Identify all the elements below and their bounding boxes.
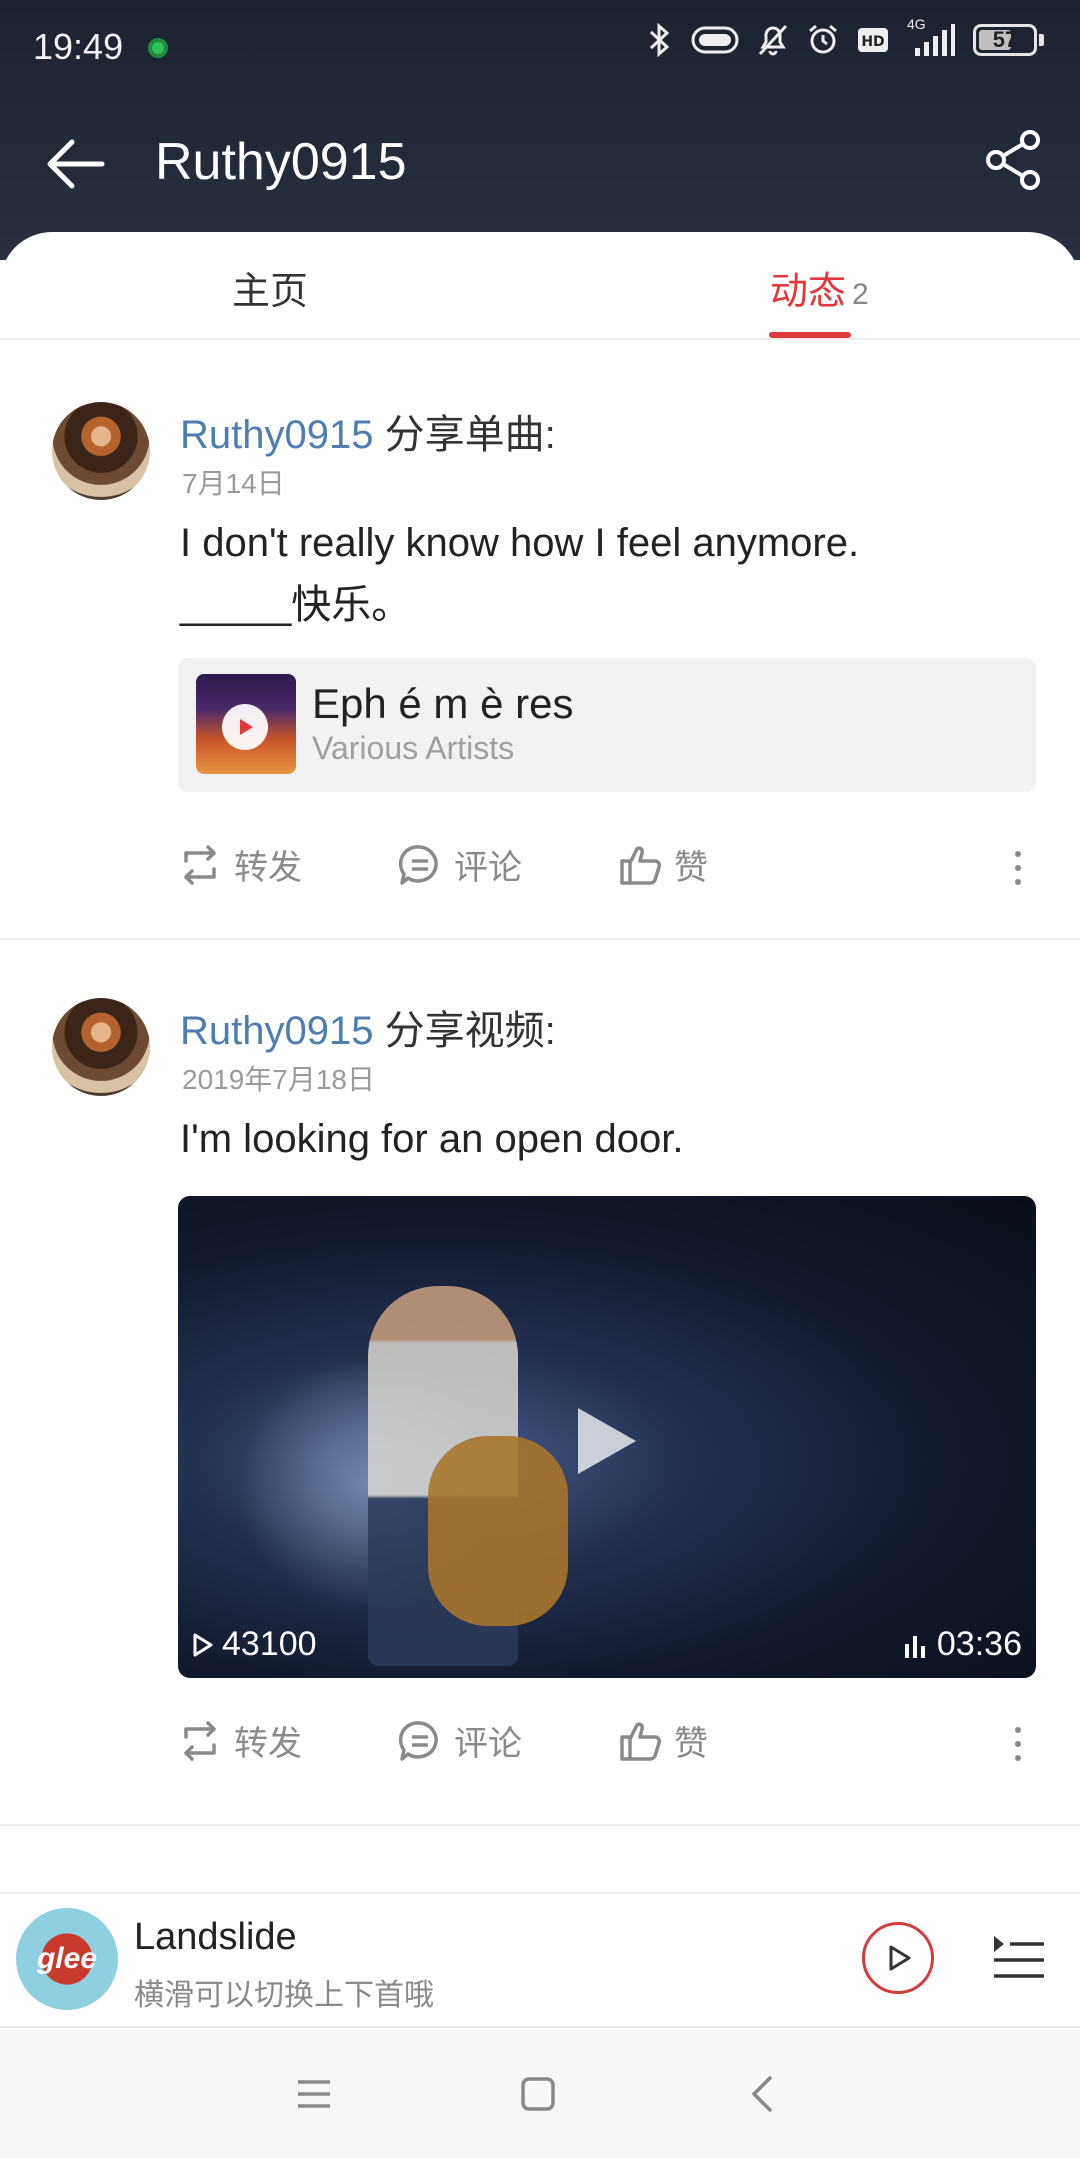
like-label: 赞 [674,1725,708,1763]
post-username[interactable]: Ruthy0915 [180,1009,373,1053]
post-header: Ruthy0915 分享单曲: [180,402,556,460]
signal-icon: 4G [907,16,955,58]
player-cover[interactable]: glee [16,1908,118,2010]
more-vertical-icon [1015,851,1021,885]
video-views: 43100 [192,1625,317,1664]
like-button[interactable]: 赞 [618,1716,708,1765]
more-vertical-icon [1015,1727,1021,1761]
comment-button[interactable]: 评论 [398,1716,522,1765]
player-play-button[interactable] [862,1922,934,1994]
repost-label: 转发 [234,849,302,887]
avatar[interactable] [52,998,150,1096]
arrow-left-icon [47,139,105,189]
video-play-icon[interactable] [558,1396,648,1486]
video-player[interactable]: 43100 03:36 [178,1196,1036,1678]
tab-activity[interactable]: 动态 2 [770,260,869,315]
post-action: 分享视频: [384,1009,556,1053]
comment-label: 评论 [454,849,522,887]
post-text-line: _____快乐。 [180,583,412,627]
post-actions: 转发 评论 赞 [0,1716,1080,1776]
divider [0,1824,1080,1826]
more-button[interactable] [1008,1724,1028,1768]
video-duration: 03:36 [903,1625,1022,1664]
battery-icon: 57 [973,24,1044,56]
hd-icon: HD [858,28,888,52]
home-icon[interactable] [518,2074,558,2114]
svg-text:HD: HD [861,34,884,50]
menu-icon[interactable] [294,2074,334,2114]
post-header: Ruthy0915 分享视频: [180,998,556,1056]
network-type: 4G [907,16,926,32]
player-track-title: Landslide [134,1916,297,1958]
navigation-bar: Ruthy0915 [0,100,1080,220]
app-notification-icon [148,38,168,58]
mute-bell-icon [758,24,788,56]
player-cover-logo: glee [36,1942,98,1975]
bars-icon [904,1635,925,1658]
play-icon [889,1945,911,1971]
tab-activity-count: 2 [852,278,869,311]
tab-indicator [769,332,851,338]
song-title: Eph é m è res [312,680,574,727]
thumbs-up-icon [620,845,661,885]
repost-button[interactable]: 转发 [178,840,302,889]
post-date: 7月14日 [182,468,285,499]
status-bar: 19:49 HD 4G 57 [0,0,1080,95]
song-card[interactable]: Eph é m è res Various Artists [178,658,1036,792]
repost-label: 转发 [234,1725,302,1763]
feed-post: Ruthy0915 分享视频: 2019年7月18日 I'm looking f… [0,940,1080,1830]
share-icon [986,130,1040,190]
comment-icon [398,1720,438,1761]
bluetooth-icon [649,23,670,57]
post-text-line: I'm looking for an open door. [180,1117,684,1161]
page-title: Ruthy0915 [155,133,407,191]
post-text-line: I don't really know how I feel anymore. [180,521,860,565]
like-button[interactable]: 赞 [618,840,708,889]
toggle-icon [691,26,739,54]
status-icons: HD 4G 57 [647,16,1044,58]
video-duration-text: 03:36 [936,1625,1022,1663]
post-actions: 转发 评论 赞 [0,840,1080,900]
post-action: 分享单曲: [384,413,556,457]
repost-button[interactable]: 转发 [178,1716,302,1765]
tab-activity-label: 动态 [770,271,847,313]
share-button[interactable] [982,128,1046,192]
video-view-count: 43100 [222,1625,317,1663]
post-date: 2019年7月18日 [182,1064,376,1095]
song-artist: Various Artists [312,730,515,766]
tab-home[interactable]: 主页 [232,260,308,315]
more-button[interactable] [1008,848,1028,892]
tab-bar: 主页 动态 2 [0,232,1080,340]
comment-icon [398,844,438,885]
system-navigation-bar [0,2030,1080,2158]
repost-icon [184,1720,216,1761]
like-label: 赞 [674,849,708,887]
player-hint: 横滑可以切换上下首哦 [134,1979,434,2012]
content-sheet: 主页 动态 2 Ruthy0915 分享单曲: 7月14日 I don't rea… [0,232,1080,1892]
back-button[interactable] [44,132,108,196]
battery-level: 57 [992,27,1018,52]
post-text: I don't really know how I feel anymore. … [180,512,1040,636]
feed-post: Ruthy0915 分享单曲: 7月14日 I don't really kno… [0,340,1080,887]
song-cover [196,674,296,774]
post-username[interactable]: Ruthy0915 [180,413,373,457]
status-time: 19:49 [33,26,124,67]
repost-icon [184,844,216,885]
play-icon [222,704,268,750]
playlist-icon[interactable] [990,1930,1046,1986]
back-icon[interactable] [744,2074,784,2114]
post-text: I'm looking for an open door. [180,1108,1040,1170]
avatar[interactable] [52,402,150,500]
comment-button[interactable]: 评论 [398,840,522,889]
alarm-icon [809,24,837,54]
play-count-icon [193,1633,213,1656]
thumbs-up-icon [620,1721,661,1761]
comment-label: 评论 [454,1725,522,1763]
mini-player[interactable]: glee Landslide 横滑可以切换上下首哦 [0,1892,1080,2028]
